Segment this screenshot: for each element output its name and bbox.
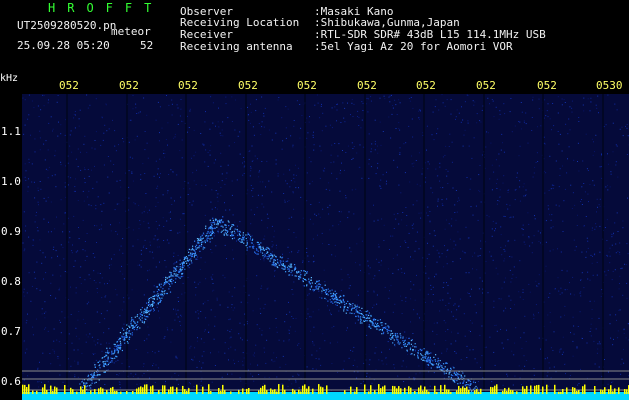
freq-label: 0.9 <box>1 225 21 238</box>
time-axis: 052 052 052 052 052 052 052 052 052 0530 <box>0 80 629 94</box>
filename: UT2509280520.pn <box>17 19 117 32</box>
detection-type: meteor <box>111 25 151 38</box>
freq-label: 1.1 <box>1 125 21 138</box>
time-tick: 0530 <box>596 79 623 92</box>
antenna-value: :5el Yagi Az 20 for Aomori VOR <box>314 40 513 53</box>
timestamp: 25.09.28 05:20 <box>17 39 110 52</box>
time-tick: 052 <box>238 79 258 92</box>
spectrogram <box>22 94 629 400</box>
time-tick: 052 <box>357 79 377 92</box>
header: HROFFT UT2509280520.pn meteor 25.09.28 0… <box>0 0 629 80</box>
time-tick: 052 <box>537 79 557 92</box>
time-tick: 052 <box>297 79 317 92</box>
time-tick: 052 <box>416 79 436 92</box>
frequency-axis <box>0 94 22 400</box>
time-tick: 052 <box>59 79 79 92</box>
freq-label: 0.7 <box>1 325 21 338</box>
time-tick: 052 <box>476 79 496 92</box>
freq-label: 0.6 <box>1 375 21 388</box>
app-brand: HROFFT <box>48 1 164 15</box>
detection-count: 52 <box>140 39 154 52</box>
time-tick: 052 <box>178 79 198 92</box>
freq-label: 1.0 <box>1 175 21 188</box>
antenna-label: Receiving antenna <box>180 40 293 53</box>
time-tick: 052 <box>119 79 139 92</box>
freq-label: 0.8 <box>1 275 21 288</box>
